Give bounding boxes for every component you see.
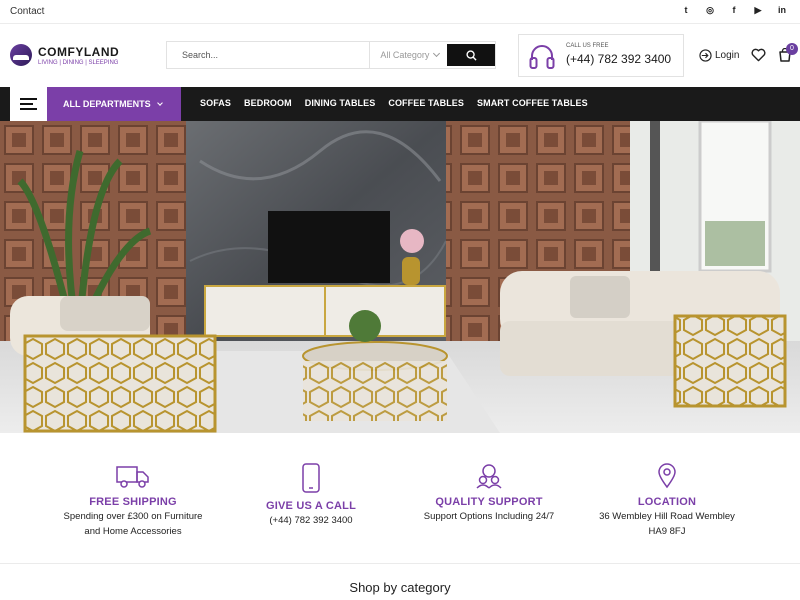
feature-give-us-a-call: GIVE US A CALL (+44) 782 392 3400 <box>256 463 366 528</box>
support-icon <box>476 464 502 489</box>
logo-title: COMFYLAND <box>38 44 120 59</box>
feature-text: and Home Accessories <box>84 526 182 537</box>
location-pin-icon <box>658 463 676 489</box>
instagram-icon[interactable]: ◎ <box>704 5 716 16</box>
search-bar: All Category <box>166 41 496 69</box>
feature-title: QUALITY SUPPORT <box>435 496 543 508</box>
linkedin-icon[interactable]: in <box>776 5 788 16</box>
logo-tagline: LIVING | DINING | SLEEPING <box>38 59 119 66</box>
youtube-icon[interactable]: ▶ <box>752 5 764 16</box>
login-button[interactable]: Login <box>699 49 739 62</box>
top-bar: Contact t ◎ f ▶ in <box>0 0 800 24</box>
contact-link[interactable]: Contact <box>10 6 44 17</box>
facebook-icon[interactable]: f <box>728 5 740 16</box>
all-departments-button[interactable]: ALL DEPARTMENTS <box>47 87 181 121</box>
main-nav: ALL DEPARTMENTS SOFAS BEDROOM DINING TAB… <box>0 87 800 121</box>
cart-count-badge: 0 <box>786 43 798 55</box>
feature-title: FREE SHIPPING <box>89 496 177 508</box>
site-header: COMFYLAND LIVING | DINING | SLEEPING All… <box>0 24 800 87</box>
feature-text[interactable]: (+44) 782 392 3400 <box>256 513 366 528</box>
twitter-icon[interactable]: t <box>680 5 692 16</box>
nav-item-dining-tables[interactable]: DINING TABLES <box>305 98 376 108</box>
truck-icon <box>116 466 149 488</box>
section-divider <box>0 563 800 564</box>
login-label: Login <box>715 50 740 61</box>
features-strip: FREE SHIPPING Spending over £300 on Furn… <box>0 433 800 563</box>
wishlist-heart-icon[interactable] <box>751 48 766 62</box>
hero-banner-image <box>0 121 800 433</box>
social-links: t ◎ f ▶ in <box>680 5 788 16</box>
all-departments-label: ALL DEPARTMENTS <box>63 99 151 109</box>
feature-text: Spending over £300 on Furniture <box>63 511 203 522</box>
search-button[interactable] <box>447 44 495 66</box>
shop-by-category-heading: Shop by category <box>349 580 451 595</box>
feature-text: Support Options Including 24/7 <box>423 511 555 522</box>
living-room-illustration <box>0 121 800 433</box>
site-logo[interactable]: COMFYLAND LIVING | DINING | SLEEPING <box>10 44 119 66</box>
feature-title: LOCATION <box>637 496 697 508</box>
logo-sofa-icon <box>10 44 32 66</box>
nav-item-bedroom[interactable]: BEDROOM <box>244 98 292 108</box>
feature-text: 36 Wembley Hill Road Wembley <box>599 511 735 522</box>
category-select[interactable]: All Category <box>369 42 447 68</box>
feature-location: LOCATION 36 Wembley Hill Road Wembley HA… <box>596 463 738 539</box>
hamburger-menu-icon[interactable] <box>10 87 47 121</box>
phone-icon <box>302 463 320 493</box>
headphones-icon <box>529 45 555 69</box>
nav-item-coffee-tables[interactable]: COFFEE TABLES <box>388 98 464 108</box>
nav-menu: SOFAS BEDROOM DINING TABLES COFFEE TABLE… <box>200 98 588 108</box>
call-us-box: CALL US FREE (+44) 782 392 3400 <box>518 34 684 77</box>
feature-text: HA9 8FJ <box>648 526 686 537</box>
feature-title: GIVE US A CALL <box>266 500 356 512</box>
chevron-down-icon <box>156 100 163 106</box>
search-icon <box>465 49 477 61</box>
nav-item-smart-coffee-tables[interactable]: SMART COFFEE TABLES <box>477 98 588 108</box>
nav-item-sofas[interactable]: SOFAS <box>200 98 231 108</box>
call-label: CALL US FREE <box>566 43 609 49</box>
feature-quality-support: QUALITY SUPPORT Support Options Includin… <box>419 463 559 524</box>
login-icon <box>699 49 712 62</box>
call-number[interactable]: (+44) 782 392 3400 <box>566 52 671 66</box>
feature-free-shipping: FREE SHIPPING Spending over £300 on Furn… <box>55 463 211 539</box>
search-input[interactable] <box>167 42 370 68</box>
